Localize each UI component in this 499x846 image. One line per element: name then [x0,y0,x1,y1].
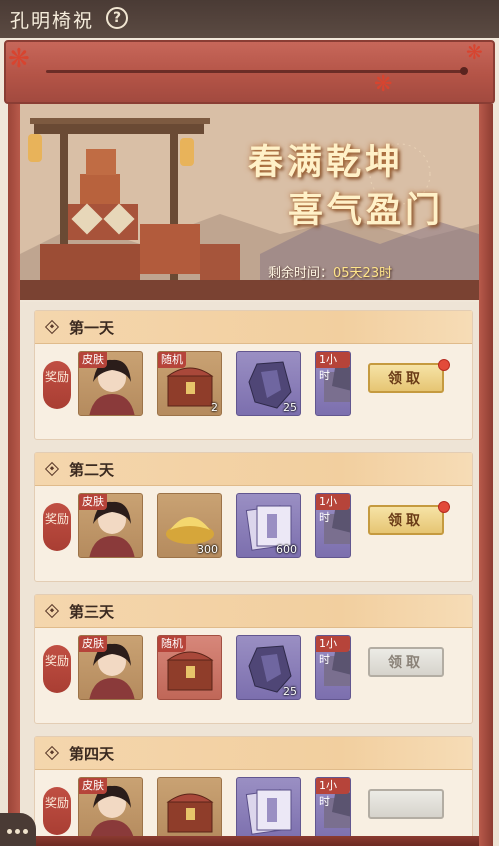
reward-tag: 奖励 [43,787,71,835]
reward-item-chest[interactable] [157,777,222,842]
title-bar: 孔明椅祝 ? [0,0,499,38]
notification-dot [438,359,450,371]
day-card: 第一天奖励 皮肤 随机 2 25 1小时 领取 [34,310,473,440]
diamond-icon [44,319,60,335]
reward-item-skin[interactable]: 皮肤 [78,635,143,700]
day-title: 第一天 [69,319,115,337]
maple-leaf-icon: ❋ [8,44,30,74]
reward-item-book[interactable]: 600 [236,493,301,558]
timer-label: 剩余时间： [268,266,334,281]
item-badge: 1小时 [316,636,350,666]
decorative-scroll-banner: ❋ ❋ ❋ [4,40,495,104]
claim-button[interactable]: 领取 [368,505,444,535]
reward-tag: 奖励 [43,503,71,551]
daily-reward-list[interactable]: 第一天 奖励 皮肤 随机 2 25 1小时 领取 第二天 奖励 皮肤 300 600 1小时 领取 第三天 奖励… [20,302,479,846]
banner-title-line2: 喜气盈门 [288,190,445,231]
reward-item-hour[interactable]: 1小时 [315,493,351,558]
frame-left [8,104,20,846]
item-quantity: 25 [283,685,297,698]
day-header: 第三天 [35,595,472,628]
item-badge: 随机 [158,352,186,368]
item-badge: 1小时 [316,494,350,524]
reward-tag: 奖励 [43,645,71,693]
item-quantity: 2 [211,401,218,414]
event-screen: 孔明椅祝 ? ❋ ❋ ❋ 春满乾坤 喜气盈门 剩余时间：05天23时 第一天 奖… [0,0,499,846]
reward-item-hour[interactable]: 1小时 [315,777,351,842]
maple-leaf-icon: ❋ [466,40,483,64]
item-badge: 皮肤 [79,352,107,368]
help-icon[interactable]: ? [106,7,128,29]
timer-value: 05天23时 [333,266,393,281]
page-title: 孔明椅祝 [10,10,95,32]
day-title: 第三天 [69,603,115,621]
reward-item-hour[interactable]: 1小时 [315,351,351,416]
frame-bottom [20,836,479,846]
item-badge: 皮肤 [79,778,107,794]
notification-dot [438,501,450,513]
item-quantity: 300 [197,543,218,556]
day-header: 第四天 [35,737,472,770]
countdown-timer: 剩余时间：05天23时 [268,262,392,281]
day-card: 第三天奖励 皮肤 随机 25 1小时 领取 [34,594,473,724]
chat-bubble-icon[interactable] [0,813,36,846]
item-badge: 皮肤 [79,494,107,510]
item-quantity: 600 [276,543,297,556]
reward-item-skin[interactable]: 皮肤 [78,777,143,842]
item-badge: 皮肤 [79,636,107,652]
reward-item-skin[interactable]: 皮肤 [78,493,143,558]
scroll-rod [46,67,468,75]
day-header: 第二天 [35,453,472,486]
reward-item-stone[interactable]: 25 [236,351,301,416]
item-badge: 随机 [158,636,186,652]
diamond-icon [44,603,60,619]
day-card: 第二天奖励 皮肤 300 600 1小时 领取 [34,452,473,582]
day-title: 第二天 [69,461,115,479]
item-badge: 1小时 [316,778,350,808]
reward-item-skin[interactable]: 皮肤 [78,351,143,416]
banner-title-line1: 春满乾坤 [248,142,405,183]
reward-tag: 奖励 [43,361,71,409]
claim-button[interactable]: 领取 [368,363,444,393]
day-title: 第四天 [69,745,115,763]
reward-item-book[interactable] [236,777,301,842]
claim-button[interactable]: 领取 [368,647,444,677]
reward-item-hour[interactable]: 1小时 [315,635,351,700]
diamond-icon [44,461,60,477]
diamond-icon [44,745,60,761]
item-quantity: 25 [283,401,297,414]
reward-item-stone[interactable]: 25 [236,635,301,700]
maple-leaf-icon: ❋ [374,72,393,97]
day-card: 第四天奖励 皮肤 1小时 [34,736,473,846]
claim-button[interactable] [368,789,444,819]
reward-item-chest[interactable]: 随机 2 [157,351,222,416]
item-badge: 1小时 [316,352,350,382]
reward-item-ingot[interactable]: 300 [157,493,222,558]
event-banner: 春满乾坤 喜气盈门 剩余时间：05天23时 [20,104,479,300]
day-header: 第一天 [35,311,472,344]
reward-item-chest[interactable]: 随机 [157,635,222,700]
frame-right [479,104,493,846]
